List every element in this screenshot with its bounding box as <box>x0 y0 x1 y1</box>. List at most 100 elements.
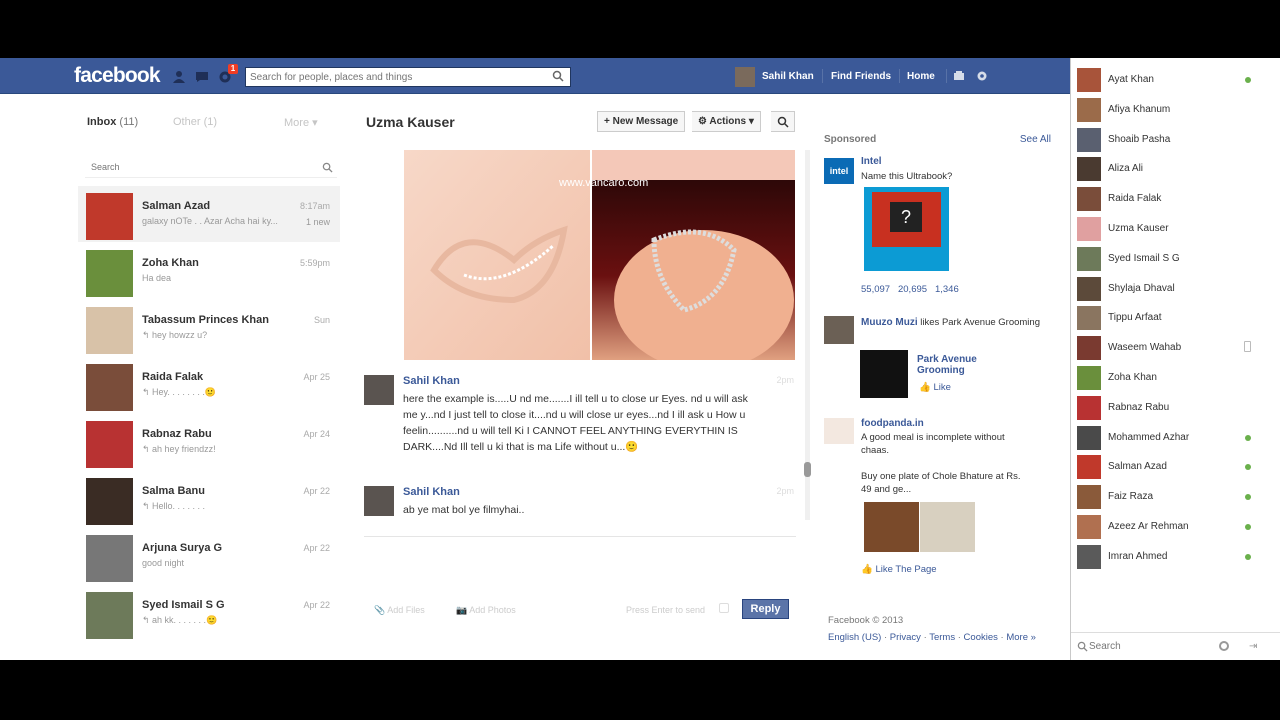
chat-friend[interactable]: Uzma Kauser <box>1071 214 1280 244</box>
search-icon[interactable] <box>322 162 333 173</box>
chat-search[interactable]: Search ⇥ <box>1071 632 1280 660</box>
thread-item[interactable]: Raida Falak ↰ Hey. . . . . . . .🙂 Apr 25 <box>78 357 340 413</box>
thread-avatar[interactable] <box>86 193 133 240</box>
find-friends-link[interactable]: Find Friends <box>831 71 891 82</box>
facebook-logo[interactable]: facebook <box>74 64 161 88</box>
reply-button[interactable]: Reply <box>742 599 789 619</box>
social-ad[interactable]: Muuzo Muzi likes Park Avenue Grooming Pa… <box>824 316 1054 406</box>
intel-ad-image[interactable]: ? <box>864 187 949 271</box>
sender-avatar[interactable] <box>364 486 394 516</box>
thread-item[interactable]: Tabassum Princes Khan ↰ hey howzz u? Sun <box>78 300 340 356</box>
chat-friend[interactable]: Tippu Arfaat <box>1071 303 1280 333</box>
home-link[interactable]: Home <box>907 71 935 82</box>
thread-name[interactable]: Salman Azad <box>142 200 210 212</box>
more-tab[interactable]: More ▾ <box>284 116 318 129</box>
sender-name[interactable]: Sahil Khan <box>403 375 460 387</box>
profile-link[interactable]: Sahil Khan <box>762 71 814 82</box>
chat-friend[interactable]: Shylaja Dhaval <box>1071 274 1280 304</box>
language-link[interactable]: English (US) <box>828 632 881 643</box>
friend-avatar <box>1077 395 1101 420</box>
thread-name[interactable]: Zoha Khan <box>142 257 199 269</box>
chat-friend[interactable]: Salman Azad <box>1071 452 1280 482</box>
intel-ad[interactable]: intel Intel Name this Ultrabook? ? 55,09… <box>824 156 1054 306</box>
thread-avatar[interactable] <box>86 421 133 468</box>
global-search-input[interactable] <box>246 68 546 86</box>
chat-friend[interactable]: Azeez Ar Rehman <box>1071 512 1280 542</box>
chat-friend[interactable]: Raida Falak <box>1071 184 1280 214</box>
thread-avatar[interactable] <box>86 250 133 297</box>
message: Sahil Khan 2pm ab ye mat bol ye filmyhai… <box>364 486 794 526</box>
sender-name[interactable]: Sahil Khan <box>403 486 460 498</box>
chat-friend[interactable]: Afiya Khanum <box>1071 95 1280 125</box>
scrollbar-thumb[interactable] <box>804 462 811 477</box>
more-link[interactable]: More » <box>1006 632 1036 643</box>
friend-avatar[interactable] <box>824 316 854 344</box>
cookies-link[interactable]: Cookies <box>964 632 998 643</box>
intel-ad-title[interactable]: Intel <box>861 156 882 167</box>
friend-avatar <box>1077 485 1101 510</box>
actions-button[interactable]: ⚙ Actions ▾ <box>692 111 761 132</box>
thread-item[interactable]: Syed Ismail S G ↰ ah kk. . . . . . .🙂 Apr … <box>78 585 340 641</box>
chat-friend[interactable]: Waseem Wahab <box>1071 333 1280 363</box>
thread-avatar[interactable] <box>86 307 133 354</box>
thread-avatar[interactable] <box>86 592 133 639</box>
search-icon[interactable] <box>552 70 564 82</box>
thread-item[interactable]: Arjuna Surya G good night Apr 22 <box>78 528 340 584</box>
thread-name[interactable]: Tabassum Princes Khan <box>142 314 269 326</box>
thread-avatar[interactable] <box>86 535 133 582</box>
thread-name[interactable]: Salma Banu <box>142 485 205 497</box>
thread-name[interactable]: Raida Falak <box>142 371 203 383</box>
chat-friend[interactable]: Shoaib Pasha <box>1071 125 1280 155</box>
inbox-tab[interactable]: Inbox (11) <box>87 116 138 128</box>
thread-avatar[interactable] <box>86 478 133 525</box>
park-avenue-page[interactable]: Park Avenue Grooming <box>917 354 1007 376</box>
thread-name[interactable]: Arjuna Surya G <box>142 542 222 554</box>
press-enter-checkbox[interactable] <box>719 603 729 613</box>
chat-friend[interactable]: Imran Ahmed <box>1071 542 1280 572</box>
thread-item[interactable]: Rabnaz Rabu ↰ ah hey friendzz! Apr 24 <box>78 414 340 470</box>
chat-popout-icon[interactable]: ⇥ <box>1249 641 1257 652</box>
add-files-button[interactable]: 📎 Add Files <box>374 605 425 616</box>
see-all-link[interactable]: See All <box>1020 134 1051 145</box>
like-page-button[interactable]: 👍 Like The Page <box>861 564 937 575</box>
thread-item[interactable]: Salma Banu ↰ Hello. . . . . . . Apr 22 <box>78 471 340 527</box>
messages-icon[interactable] <box>195 70 209 83</box>
reply-textarea[interactable] <box>364 543 794 593</box>
terms-link[interactable]: Terms <box>929 632 955 643</box>
chat-friend[interactable]: Aliza Ali <box>1071 154 1280 184</box>
inbox-search-input[interactable] <box>85 158 305 176</box>
privacy-shortcuts-icon[interactable] <box>952 70 966 83</box>
thread-name[interactable]: Syed Ismail S G <box>142 599 225 611</box>
global-search[interactable] <box>245 67 571 87</box>
privacy-link[interactable]: Privacy <box>890 632 921 643</box>
like-button[interactable]: 👍 Like <box>919 382 951 393</box>
friend-requests-icon[interactable] <box>172 70 186 83</box>
thread-item[interactable]: Zoha Khan Ha dea 5:59pm <box>78 243 340 299</box>
conversation-search-button[interactable] <box>771 111 795 132</box>
other-tab[interactable]: Other (1) <box>173 116 217 128</box>
chat-friend[interactable]: Rabnaz Rabu <box>1071 393 1280 423</box>
footer-links: English (US) · Privacy · Terms · Cookies… <box>828 632 1036 643</box>
conversation-title[interactable]: Uzma Kauser <box>366 114 455 130</box>
foodpanda-ad[interactable]: foodpanda.in A good meal is incomplete w… <box>824 418 1054 578</box>
thread-avatar[interactable] <box>86 364 133 411</box>
chat-friend[interactable]: Faiz Raza <box>1071 482 1280 512</box>
shared-ring-photo[interactable]: www.vancaro.com <box>404 150 795 360</box>
new-message-button[interactable]: + New Message <box>597 111 686 132</box>
chat-friend[interactable]: Syed Ismail S G <box>1071 244 1280 274</box>
friend-name[interactable]: Muuzo Muzi <box>861 317 918 328</box>
chat-friend[interactable]: Mohammed Azhar <box>1071 423 1280 453</box>
chat-friend[interactable]: Zoha Khan <box>1071 363 1280 393</box>
chat-options-gear-icon[interactable] <box>1219 641 1229 651</box>
user-avatar[interactable] <box>735 67 755 87</box>
chat-friend[interactable]: Ayat Khan <box>1071 65 1280 95</box>
foodpanda-title[interactable]: foodpanda.in <box>861 418 924 429</box>
inbox-search[interactable] <box>85 158 337 178</box>
foodpanda-image[interactable] <box>864 502 975 552</box>
settings-gear-icon[interactable] <box>975 70 989 83</box>
park-avenue-logo[interactable] <box>860 350 908 398</box>
thread-name[interactable]: Rabnaz Rabu <box>142 428 212 440</box>
add-photos-button[interactable]: 📷 Add Photos <box>456 605 516 616</box>
sender-avatar[interactable] <box>364 375 394 405</box>
thread-item[interactable]: Salman Azad galaxy nOTe . . Azar Acha hai… <box>78 186 340 242</box>
